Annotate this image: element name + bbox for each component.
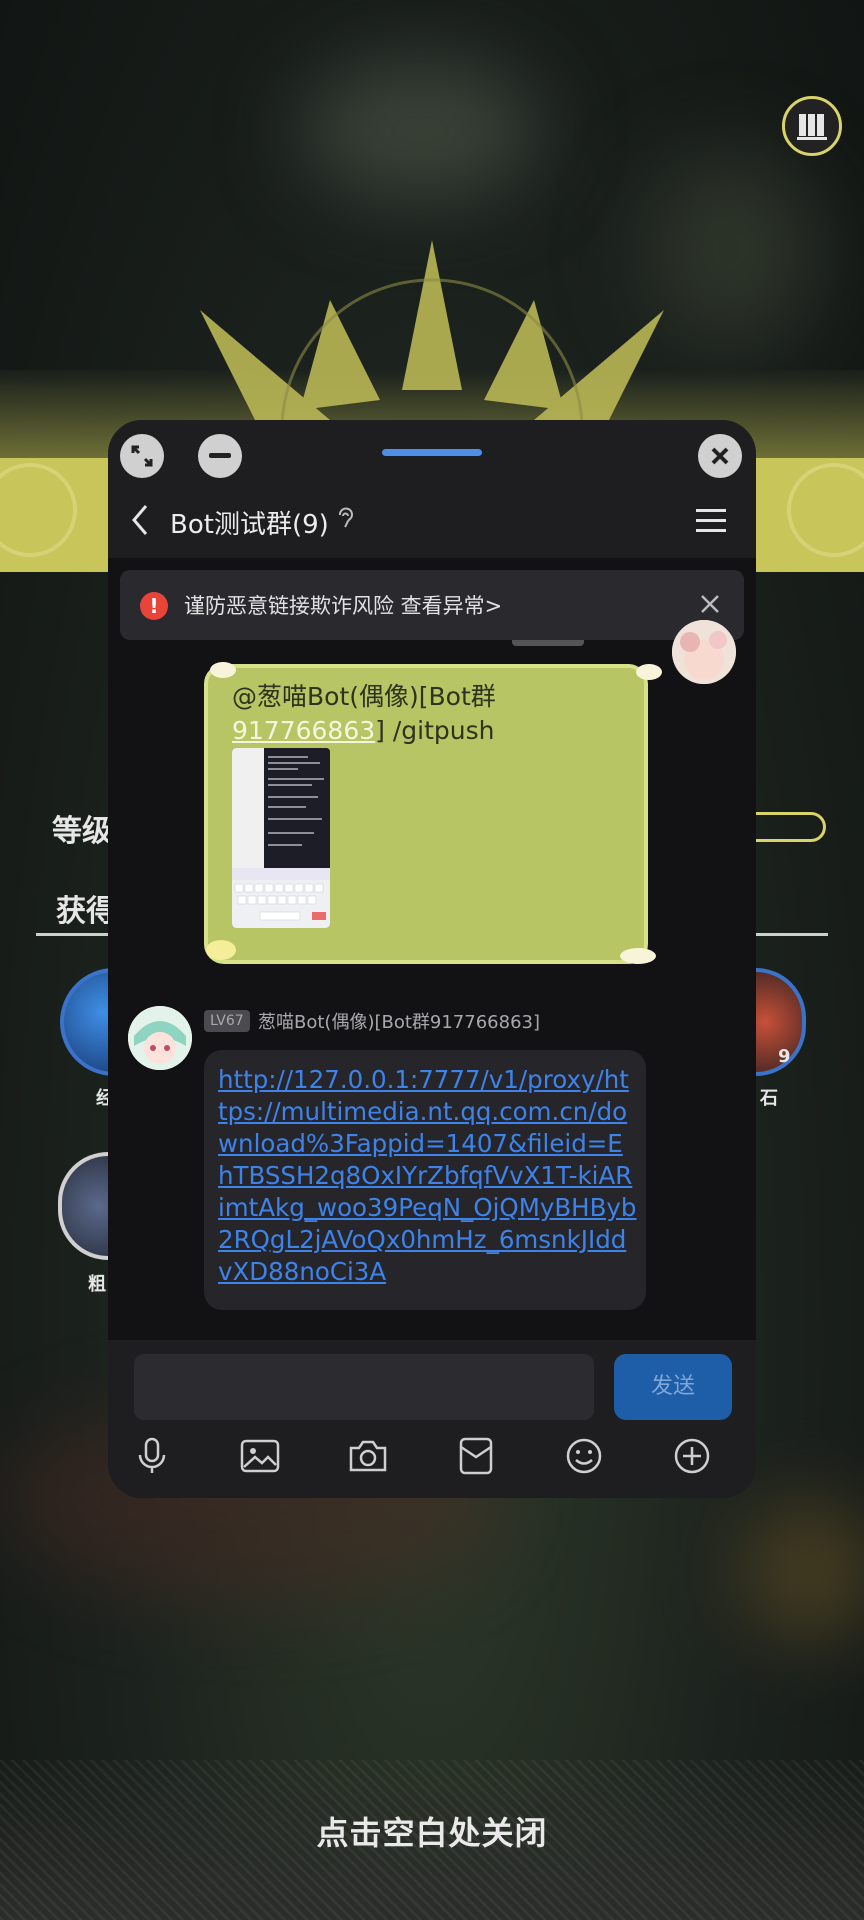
minimize-window-button[interactable] (198, 434, 242, 478)
item-orb-ore[interactable] (58, 1152, 108, 1260)
voice-button[interactable] (128, 1432, 176, 1480)
expand-window-button[interactable] (120, 434, 164, 478)
minimize-icon (209, 453, 231, 458)
ear-icon[interactable] (336, 506, 354, 532)
item-label-stone: 石 (760, 1088, 778, 1109)
decoration-flower-icon (636, 664, 662, 680)
avatar-image (128, 1006, 192, 1070)
avatar-image (672, 620, 736, 684)
previous-message-tag (512, 640, 584, 646)
decoration-flower-icon (620, 948, 656, 964)
back-icon[interactable] (130, 504, 150, 536)
message-input[interactable] (134, 1354, 594, 1420)
library-icon (797, 114, 827, 140)
bg-divider-left (36, 933, 110, 936)
emoji-icon (566, 1438, 602, 1474)
microphone-icon (138, 1437, 166, 1473)
chat-titlebar: Bot测试群(9) (108, 484, 756, 558)
menu-icon[interactable] (696, 508, 728, 534)
security-warning-banner[interactable]: ! 谨防恶意链接欺诈风险 查看异常> (120, 570, 744, 640)
decoration-flower-icon (210, 662, 236, 678)
red-packet-button[interactable] (452, 1432, 500, 1480)
dismiss-warning-icon[interactable] (698, 592, 722, 616)
red-packet-icon (459, 1437, 493, 1475)
emoji-button[interactable] (560, 1432, 608, 1480)
bot-avatar[interactable] (128, 1006, 192, 1070)
library-button[interactable] (782, 96, 842, 156)
bg-divider-right (756, 933, 828, 936)
camera-button[interactable] (344, 1432, 392, 1480)
item-label-ore: 粗 (88, 1274, 106, 1295)
screenshot-thumbnail[interactable] (232, 748, 330, 928)
level-badge: LV67 (204, 1010, 250, 1032)
alert-icon: ! (140, 592, 168, 620)
more-button[interactable] (668, 1432, 716, 1480)
message-text: @葱喵Bot(偶像)[Bot群 917766863] /gitpush (232, 680, 632, 748)
plus-circle-icon (674, 1438, 710, 1474)
window-controls-bar (108, 420, 756, 484)
close-window-button[interactable] (698, 434, 742, 478)
decoration-chick-icon (206, 940, 236, 960)
expand-icon (131, 445, 153, 467)
my-avatar[interactable] (672, 620, 736, 684)
image-icon (240, 1439, 280, 1473)
image-button[interactable] (236, 1432, 284, 1480)
input-area: 发送 (108, 1340, 756, 1498)
message-link[interactable]: http://127.0.0.1:7777/v1/proxy/https://m… (218, 1064, 638, 1288)
group-number-link[interactable]: 917766863 (232, 716, 375, 745)
close-icon (711, 447, 729, 465)
chat-floating-window: Bot测试群(9) ! 谨防恶意链接欺诈风险 查看异常> @葱喵Bot(偶像)[… (108, 420, 756, 1498)
item-count: 9 (778, 1046, 791, 1067)
close-hint[interactable]: 点击空白处关闭 (0, 1808, 864, 1854)
mention-text[interactable]: @葱喵Bot(偶像)[Bot群 (232, 682, 496, 711)
send-button[interactable]: 发送 (614, 1354, 732, 1420)
drag-handle[interactable] (382, 449, 482, 456)
bot-message-bubble[interactable]: http://127.0.0.1:7777/v1/proxy/https://m… (204, 1050, 646, 1310)
command-text: ] /gitpush (375, 716, 495, 745)
bg-level-title: 等级 (52, 814, 112, 849)
bg-obtain-title: 获得 (56, 894, 116, 929)
sender-name[interactable]: 葱喵Bot(偶像)[Bot群917766863] (258, 1008, 540, 1034)
chat-title[interactable]: Bot测试群(9) (170, 504, 329, 541)
warning-text[interactable]: 谨防恶意链接欺诈风险 查看异常> (184, 590, 502, 620)
camera-icon (349, 1440, 387, 1472)
thumbnail-image (232, 748, 330, 928)
my-message-bubble[interactable]: @葱喵Bot(偶像)[Bot群 917766863] /gitpush (204, 662, 662, 964)
